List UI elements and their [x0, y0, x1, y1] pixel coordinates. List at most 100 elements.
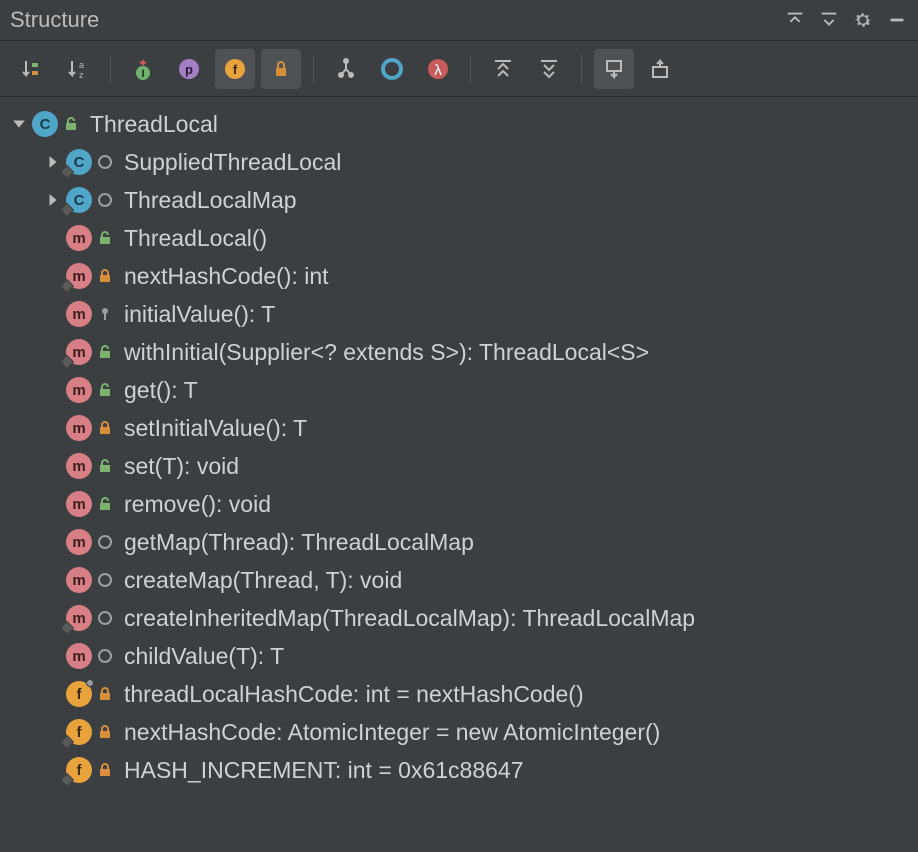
separator: [470, 54, 471, 84]
autoscroll-from-source-icon[interactable]: [640, 49, 680, 89]
private-icon: [96, 723, 114, 741]
method-icon: m: [66, 263, 92, 289]
tree-label: initialValue(): T: [124, 295, 275, 333]
tree-row[interactable]: mremove(): void: [0, 485, 918, 523]
spacer: [40, 643, 66, 669]
tree-row[interactable]: m nextHashCode(): int: [0, 257, 918, 295]
svg-text:f: f: [233, 62, 238, 77]
tree-row[interactable]: fHASH_INCREMENT: int = 0x61c88647: [0, 751, 918, 789]
sort-visibility-icon[interactable]: [12, 49, 52, 89]
field-icon: f: [66, 719, 92, 745]
tree-label: createInheritedMap(ThreadLocalMap): Thre…: [124, 599, 695, 637]
tree-row[interactable]: mwithInitial(Supplier<? extends S>): Thr…: [0, 333, 918, 371]
svg-text:λ: λ: [434, 62, 442, 79]
gear-icon[interactable]: [852, 9, 874, 31]
tree-row[interactable]: m getMap(Thread): ThreadLocalMap: [0, 523, 918, 561]
spacer: [40, 491, 66, 517]
method-icon: m: [66, 529, 92, 555]
show-lambdas-icon[interactable]: λ: [418, 49, 458, 89]
tree-label: get(): T: [124, 371, 198, 409]
tree-row[interactable]: f nextHashCode: AtomicInteger = new Atomi…: [0, 713, 918, 751]
show-anonymous-icon[interactable]: [372, 49, 412, 89]
private-icon: [96, 419, 114, 437]
expand-all-icon[interactable]: [483, 49, 523, 89]
tree-label: ThreadLocal: [90, 105, 218, 143]
package-icon: [96, 533, 114, 551]
tree-label: remove(): void: [124, 485, 271, 523]
svg-text:I: I: [141, 68, 144, 80]
method-icon: m: [66, 605, 92, 631]
class-icon: C: [66, 187, 92, 213]
tree-label: nextHashCode(): int: [124, 257, 329, 295]
show-fields-icon[interactable]: f: [215, 49, 255, 89]
tree-row[interactable]: m initialValue(): T: [0, 295, 918, 333]
method-icon: m: [66, 225, 92, 251]
tree-label: getMap(Thread): ThreadLocalMap: [124, 523, 474, 561]
tree-label: HASH_INCREMENT: int = 0x61c88647: [124, 751, 523, 789]
package-icon: [96, 647, 114, 665]
spacer: [40, 301, 66, 327]
tree-label: SuppliedThreadLocal: [124, 143, 341, 181]
tree-row[interactable]: C ThreadLocalMap: [0, 181, 918, 219]
show-inherited-icon[interactable]: [326, 49, 366, 89]
separator: [581, 54, 582, 84]
minimize-icon[interactable]: [886, 9, 908, 31]
tree-row[interactable]: f threadLocalHashCode: int = nextHashCode…: [0, 675, 918, 713]
panel-title: Structure: [10, 7, 99, 33]
collapse-up-icon[interactable]: [784, 9, 806, 31]
public-icon: [96, 343, 114, 361]
expand-down-icon[interactable]: [818, 9, 840, 31]
spacer: [40, 529, 66, 555]
tree-row[interactable]: m set(T): void: [0, 447, 918, 485]
tree-label: setInitialValue(): T: [124, 409, 307, 447]
method-icon: m: [66, 453, 92, 479]
spacer: [40, 567, 66, 593]
spacer: [40, 681, 66, 707]
tree-row[interactable]: m setInitialValue(): T: [0, 409, 918, 447]
tree-label: ThreadLocal(): [124, 219, 267, 257]
method-icon: m: [66, 415, 92, 441]
tree-root[interactable]: C ThreadLocal: [0, 105, 918, 143]
tree-row[interactable]: C SuppliedThreadLocal: [0, 143, 918, 181]
tree-label: ThreadLocalMap: [124, 181, 297, 219]
tree-row[interactable]: m ThreadLocal(): [0, 219, 918, 257]
package-icon: [96, 191, 114, 209]
autoscroll-to-source-icon[interactable]: [594, 49, 634, 89]
method-icon: m: [66, 377, 92, 403]
spacer: [40, 377, 66, 403]
show-nonpublic-icon[interactable]: [261, 49, 301, 89]
public-icon: [96, 229, 114, 247]
method-icon: m: [66, 301, 92, 327]
spacer: [40, 453, 66, 479]
tree-label: createMap(Thread, T): void: [124, 561, 402, 599]
protected-icon: [96, 305, 114, 323]
tree-label: threadLocalHashCode: int = nextHashCode(…: [124, 675, 584, 713]
tree-row[interactable]: mcreateMap(Thread, T): void: [0, 561, 918, 599]
private-icon: [96, 267, 114, 285]
tree-label: set(T): void: [124, 447, 239, 485]
structure-tree[interactable]: C ThreadLocal C SuppliedThreadLocal C Threa…: [0, 97, 918, 797]
collapse-all-icon[interactable]: [529, 49, 569, 89]
svg-text:a: a: [79, 60, 84, 70]
field-icon: f: [66, 681, 92, 707]
tree-row[interactable]: m createInheritedMap(ThreadLocalMap): Thr…: [0, 599, 918, 637]
sort-alpha-icon[interactable]: az: [58, 49, 98, 89]
private-icon: [96, 685, 114, 703]
method-icon: m: [66, 339, 92, 365]
chevron-down-icon[interactable]: [6, 111, 32, 137]
tree-label: nextHashCode: AtomicInteger = new Atomic…: [124, 713, 660, 751]
show-interface-icon[interactable]: I: [123, 49, 163, 89]
class-icon: C: [66, 149, 92, 175]
package-icon: [96, 609, 114, 627]
tree-label: childValue(T): T: [124, 637, 284, 675]
show-properties-icon[interactable]: p: [169, 49, 209, 89]
separator: [313, 54, 314, 84]
svg-text:p: p: [185, 62, 193, 77]
tree-row[interactable]: m get(): T: [0, 371, 918, 409]
structure-toolbar: az I p f λ: [0, 41, 918, 97]
class-icon: C: [32, 111, 58, 137]
public-icon: [96, 495, 114, 513]
tree-row[interactable]: mchildValue(T): T: [0, 637, 918, 675]
package-icon: [96, 153, 114, 171]
titlebar: Structure: [0, 0, 918, 41]
